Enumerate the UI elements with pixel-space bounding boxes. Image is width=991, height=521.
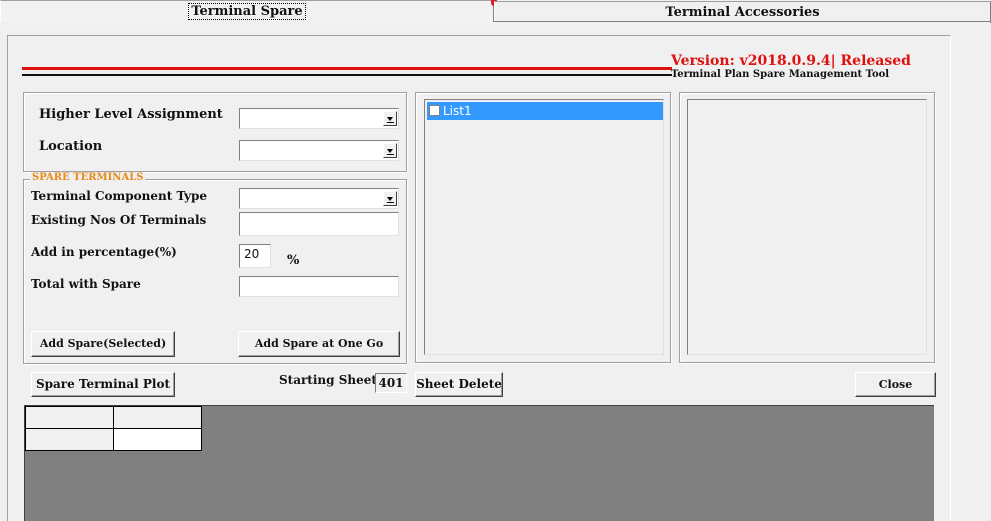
- component-type-combo[interactable]: [239, 188, 399, 209]
- grid-cell[interactable]: [114, 429, 202, 451]
- grid-column-header[interactable]: [114, 406, 202, 429]
- chevron-down-icon: [387, 197, 393, 201]
- sheet-delete-button[interactable]: Sheet Delete: [415, 372, 503, 397]
- percentage-input[interactable]: 20: [239, 244, 271, 268]
- percentage-unit: %: [287, 253, 300, 268]
- percentage-label: Add in percentage(%): [31, 245, 177, 259]
- starting-sheet-label: Starting Sheet: [279, 373, 377, 387]
- total-with-spare-input[interactable]: [239, 276, 399, 297]
- location-combo[interactable]: [239, 140, 399, 161]
- chevron-down-bar: [387, 202, 394, 203]
- location-label: Location: [39, 139, 103, 154]
- location-dropdown-button[interactable]: [383, 143, 397, 158]
- existing-terminals-label: Existing Nos Of Terminals: [31, 213, 207, 227]
- tab-terminal-spare[interactable]: Terminal Spare: [0, 0, 494, 22]
- grid-row-header[interactable]: [25, 429, 114, 451]
- grid-corner-cell[interactable]: [25, 406, 114, 429]
- component-type-dropdown-button[interactable]: [383, 191, 397, 206]
- tool-title: Terminal Plan Spare Management Tool: [671, 69, 890, 80]
- tab-terminal-spare-label: Terminal Spare: [188, 3, 306, 20]
- tab-terminal-accessories[interactable]: Terminal Accessories: [494, 1, 991, 23]
- component-type-label: Terminal Component Type: [31, 189, 208, 203]
- list-item-label: List1: [443, 104, 472, 118]
- list-item-checkbox[interactable]: [429, 105, 440, 116]
- spare-terminal-plot-button[interactable]: Spare Terminal Plot: [31, 372, 175, 397]
- list-item[interactable]: List1: [427, 102, 663, 120]
- chevron-down-icon: [387, 117, 393, 121]
- existing-terminals-input[interactable]: [239, 212, 399, 236]
- header-black-line: [22, 74, 672, 76]
- tab-terminal-accessories-label: Terminal Accessories: [665, 5, 820, 20]
- higher-level-assignment-label: Higher Level Assignment: [39, 107, 223, 122]
- starting-sheet-value[interactable]: 401: [375, 373, 407, 393]
- terminal-listbox[interactable]: List1: [424, 99, 664, 355]
- data-grid[interactable]: [24, 405, 934, 521]
- version-label: Version: v2018.0.9.4| Released: [671, 53, 911, 69]
- close-button[interactable]: Close: [855, 372, 936, 397]
- higher-level-assignment-combo[interactable]: [239, 108, 399, 129]
- spare-terminals-caption: SPARE TERMINALS: [30, 172, 146, 183]
- chevron-down-bar: [387, 154, 394, 155]
- higher-level-dropdown-button[interactable]: [383, 111, 397, 126]
- preview-box: [687, 99, 927, 355]
- chevron-down-icon: [387, 149, 393, 153]
- chevron-down-bar: [387, 122, 394, 123]
- header-red-line: [22, 67, 672, 70]
- add-spare-all-button[interactable]: Add Spare at One Go: [238, 331, 400, 357]
- add-spare-selected-button[interactable]: Add Spare(Selected): [31, 331, 175, 357]
- total-with-spare-label: Total with Spare: [31, 277, 141, 291]
- tab-strip-line: [494, 21, 991, 22]
